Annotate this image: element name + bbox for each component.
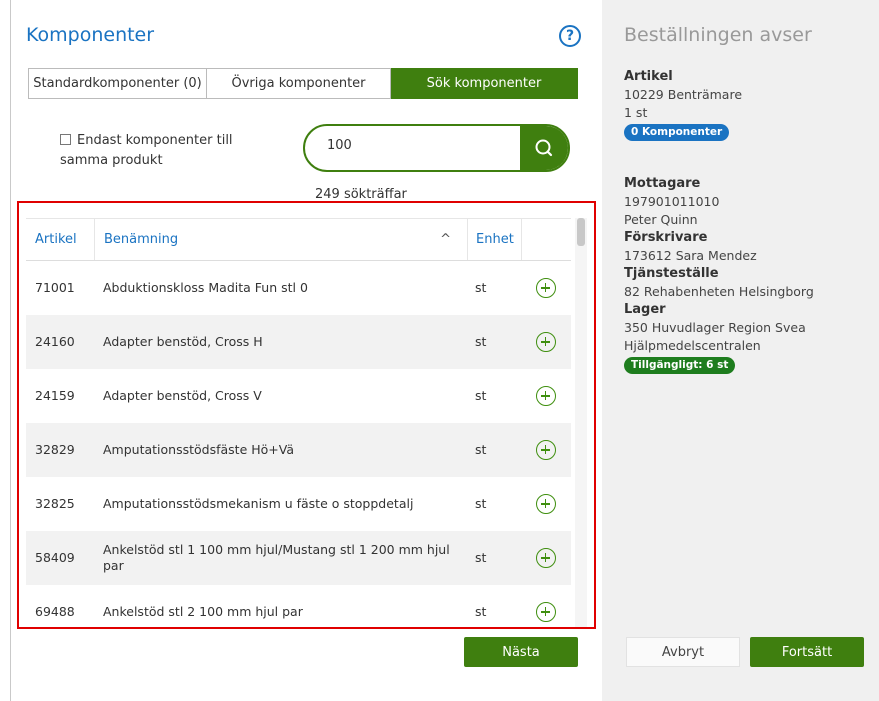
recipient-label: Mottagare [624, 176, 701, 191]
add-component-button[interactable] [521, 440, 571, 460]
cell-artikel: 71001 [35, 280, 75, 295]
search-button[interactable] [520, 126, 568, 170]
summary-title: Beställningen avser [624, 24, 812, 46]
cell-enhet: st [475, 388, 487, 403]
cell-enhet: st [475, 496, 487, 511]
add-circle-icon [536, 440, 556, 460]
add-circle-icon [536, 278, 556, 298]
panel-title: Komponenter [26, 24, 155, 46]
search-box [303, 124, 570, 172]
cancel-button[interactable]: Avbryt [626, 637, 740, 667]
cell-enhet: st [475, 604, 487, 619]
tab-bar: Standardkomponenter (0) Övriga komponent… [28, 68, 578, 99]
article-label: Artikel [624, 69, 673, 84]
recipient-name: Peter Quinn [624, 212, 698, 227]
tab-ovriga-komponenter[interactable]: Övriga komponenter [207, 68, 391, 99]
same-product-filter[interactable]: Endast komponenter till samma produkt [60, 131, 260, 171]
cell-artikel: 58409 [35, 550, 75, 565]
add-circle-icon [536, 494, 556, 514]
table-row[interactable]: 32825 Amputationsstödsmekanism u fäste o … [26, 477, 571, 531]
recipient-section: Mottagare 197901011010 Peter Quinn Försk… [624, 175, 864, 374]
tab-standardkomponenter[interactable]: Standardkomponenter (0) [28, 68, 207, 99]
article-value: 10229 Benträmare [624, 87, 743, 102]
table-row[interactable]: 71001 Abduktionskloss Madita Fun stl 0 st [26, 261, 571, 315]
table-row[interactable]: 32829 Amputationsstödsfäste Hö+Vä st [26, 423, 571, 477]
same-product-checkbox-label: Endast komponenter till samma produkt [60, 133, 233, 168]
add-component-button[interactable] [521, 494, 571, 514]
cell-artikel: 69488 [35, 604, 75, 619]
column-header-actions [521, 219, 571, 260]
results-table-highlight: Artikel Benämning ^ Enhet 71001 Abduktion… [17, 201, 596, 629]
search-input[interactable] [327, 138, 507, 153]
cell-artikel: 32829 [35, 442, 75, 457]
cell-benamning: Adapter benstöd, Cross V [103, 388, 262, 403]
table-scrollbar[interactable] [575, 218, 587, 627]
order-summary-panel: Beställningen avser Artikel 10229 Benträ… [602, 0, 879, 701]
add-component-button[interactable] [521, 386, 571, 406]
continue-button[interactable]: Fortsätt [750, 637, 864, 667]
table-row[interactable]: 24160 Adapter benstöd, Cross H st [26, 315, 571, 369]
components-panel: Komponenter ? Standardkomponenter (0) Öv… [11, 0, 602, 701]
scrollbar-thumb[interactable] [577, 218, 585, 246]
add-circle-icon [536, 548, 556, 568]
search-icon [535, 139, 553, 157]
table-header: Artikel Benämning ^ Enhet [26, 218, 571, 261]
cell-benamning: Amputationsstödsfäste Hö+Vä [103, 442, 295, 457]
table-body: 71001 Abduktionskloss Madita Fun stl 0st 2… [26, 261, 571, 627]
tab-sok-komponenter[interactable]: Sök komponenter [391, 68, 578, 99]
cell-artikel: 24159 [35, 388, 75, 403]
add-component-button[interactable] [521, 548, 571, 568]
sort-ascending-icon: ^ [440, 232, 451, 247]
dialog: Komponenter ? Standardkomponenter (0) Öv… [10, 0, 879, 701]
recipient-id: 197901011010 [624, 194, 720, 209]
help-icon[interactable]: ? [559, 25, 581, 47]
service-unit-value: 82 Rehabenheten Helsingborg [624, 284, 814, 299]
cell-benamning: Ankelstöd stl 2 100 mm hjul par [103, 604, 303, 619]
article-quantity: 1 st [624, 105, 648, 120]
cell-enhet: st [475, 334, 487, 349]
add-circle-icon [536, 602, 556, 622]
search-hits-count: 249 sökträffar [315, 187, 407, 202]
article-section: Artikel 10229 Benträmare 1 st 0 Komponen… [624, 68, 864, 141]
cell-benamning: Abduktionskloss Madita Fun stl 0 [103, 280, 308, 295]
table-row[interactable]: 58409 Ankelstöd stl 1 100 mm hjul/Mustang… [26, 531, 571, 585]
service-unit-label: Tjänsteställe [624, 266, 719, 281]
cell-benamning: Amputationsstödsmekanism u fäste o stopp… [103, 496, 414, 511]
cell-benamning: Ankelstöd stl 1 100 mm hjul/Mustang stl … [103, 542, 450, 573]
table-row[interactable]: 69488 Ankelstöd stl 2 100 mm hjul par st [26, 585, 571, 627]
cell-enhet: st [475, 280, 487, 295]
column-header-artikel[interactable]: Artikel [26, 219, 94, 260]
add-circle-icon [536, 386, 556, 406]
table-row[interactable]: 24159 Adapter benstöd, Cross V st [26, 369, 571, 423]
add-circle-icon [536, 332, 556, 352]
results-table: Artikel Benämning ^ Enhet 71001 Abduktion… [26, 218, 571, 627]
warehouse-label: Lager [624, 302, 666, 317]
prescriber-label: Förskrivare [624, 230, 708, 245]
cell-artikel: 32825 [35, 496, 75, 511]
column-header-benamning[interactable]: Benämning ^ [94, 219, 467, 260]
same-product-checkbox[interactable] [60, 134, 71, 145]
column-header-benamning-label: Benämning [104, 232, 179, 247]
next-button[interactable]: Nästa [464, 637, 578, 667]
add-component-button[interactable] [521, 332, 571, 352]
prescriber-value: 173612 Sara Mendez [624, 248, 757, 263]
cell-artikel: 24160 [35, 334, 75, 349]
availability-badge: Tillgängligt: 6 st [624, 357, 736, 374]
cell-enhet: st [475, 442, 487, 457]
warehouse-value: 350 Huvudlager Region Svea Hjälpmedelsce… [624, 320, 806, 353]
components-count-badge: 0 Komponenter [624, 124, 730, 141]
column-header-enhet[interactable]: Enhet [467, 219, 521, 260]
add-component-button[interactable] [521, 602, 571, 622]
cell-benamning: Adapter benstöd, Cross H [103, 334, 263, 349]
add-component-button[interactable] [521, 278, 571, 298]
cell-enhet: st [475, 550, 487, 565]
